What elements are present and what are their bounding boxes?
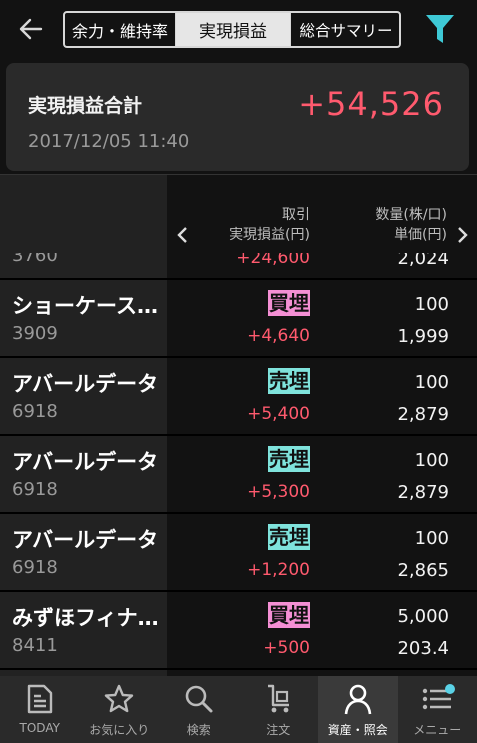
tab-order[interactable]: 注文 bbox=[239, 676, 319, 743]
tab-label: 注文 bbox=[266, 723, 291, 737]
summary-title: 実現損益合計 bbox=[28, 95, 143, 117]
stock-code: 6918 bbox=[12, 401, 58, 422]
segment-margin[interactable]: 余力・維持率 bbox=[65, 13, 176, 46]
quantity: 100 bbox=[414, 450, 449, 471]
summary-card: 実現損益合計 2017/12/05 11:40 +54,526 bbox=[6, 63, 469, 171]
tab-label: 検索 bbox=[186, 723, 211, 737]
stock-name: アバールデータ bbox=[12, 528, 159, 552]
quantity: 100 bbox=[414, 294, 449, 315]
header-col-qty: 数量(株/口) 単価(円) bbox=[375, 205, 447, 245]
realized-pl: +5,400 bbox=[247, 404, 310, 424]
stock-name: ショーケース… bbox=[12, 294, 158, 318]
unit-price: 2,865 bbox=[397, 560, 449, 581]
unit-price: 2,879 bbox=[397, 482, 449, 503]
segmented-control: 余力・維持率 実現損益 総合サマリー bbox=[63, 11, 401, 48]
table-row[interactable]: アバールデータ 6918 売埋 +5,300 100 2,879 bbox=[0, 436, 477, 514]
bottom-tab-bar: TODAY お気に入り 検索 注文 資産・照会 メニュー bbox=[0, 676, 477, 743]
filter-icon[interactable] bbox=[424, 12, 456, 46]
chevron-left-icon[interactable] bbox=[175, 225, 191, 245]
summary-date: 2017/12/05 11:40 bbox=[28, 131, 190, 152]
table-row[interactable]: アバールデータ 6918 売埋 +1,200 100 2,865 bbox=[0, 514, 477, 592]
header-col-trade: 取引 実現損益(円) bbox=[229, 205, 310, 245]
stock-name: アバールデータ bbox=[12, 450, 159, 474]
tab-label: メニュー bbox=[413, 723, 462, 737]
unit-price: 203.4 bbox=[397, 638, 449, 659]
trade-list: 3760 +24,600 2,024 ショーケース… 3909 買埋 +4,64… bbox=[0, 253, 477, 676]
realized-pl: +24,600 bbox=[236, 253, 310, 268]
segment-summary[interactable]: 総合サマリー bbox=[290, 13, 399, 46]
stock-code: 3760 bbox=[12, 253, 58, 266]
table-row[interactable]: ショーケース… 3909 買埋 +4,640 100 1,999 bbox=[0, 280, 477, 358]
stock-code: 6918 bbox=[12, 479, 58, 500]
stock-code: 8411 bbox=[12, 635, 58, 656]
unit-price: 1,999 bbox=[397, 326, 449, 347]
person-icon bbox=[344, 684, 372, 715]
trade-type-badge: 売埋 bbox=[268, 368, 310, 394]
header-pl-label: 実現損益(円) bbox=[229, 227, 310, 243]
cart-icon bbox=[268, 684, 290, 713]
realized-pl: +5,300 bbox=[247, 482, 310, 502]
tab-label: 資産・照会 bbox=[327, 723, 388, 737]
star-icon bbox=[105, 684, 134, 713]
realized-pl: +4,640 bbox=[247, 326, 310, 346]
back-arrow-icon[interactable] bbox=[14, 12, 48, 46]
summary-total: +54,526 bbox=[298, 85, 444, 123]
row-divider bbox=[0, 668, 477, 670]
trade-type-badge: 買埋 bbox=[268, 602, 310, 628]
quantity: 100 bbox=[414, 528, 449, 549]
trade-type-badge: 売埋 bbox=[268, 524, 310, 550]
stock-code: 6918 bbox=[12, 557, 58, 578]
realized-pl: +1,200 bbox=[247, 560, 310, 580]
table-row[interactable]: みずほフィナ… 8411 買埋 +500 5,000 203.4 bbox=[0, 592, 477, 670]
tab-menu[interactable]: メニュー bbox=[398, 676, 477, 743]
trade-type-badge: 買埋 bbox=[268, 290, 310, 316]
document-icon bbox=[27, 684, 52, 714]
table-row[interactable]: 3760 +24,600 2,024 bbox=[0, 253, 477, 280]
tab-label: TODAY bbox=[19, 721, 60, 735]
chevron-right-icon[interactable] bbox=[454, 225, 470, 245]
unit-price: 2,879 bbox=[397, 404, 449, 425]
stock-code: 3909 bbox=[12, 323, 58, 344]
quantity: 100 bbox=[414, 372, 449, 393]
tab-assets[interactable]: 資産・照会 bbox=[318, 676, 398, 743]
quantity: 5,000 bbox=[397, 606, 449, 627]
realized-pl: +500 bbox=[263, 638, 310, 658]
header-price-label: 単価(円) bbox=[394, 227, 447, 243]
stock-name: みずほフィナ… bbox=[12, 606, 159, 630]
header-trade-label: 取引 bbox=[282, 207, 310, 223]
unit-price: 2,024 bbox=[397, 253, 449, 269]
header-qty-label: 数量(株/口) bbox=[375, 207, 447, 223]
tab-favorites[interactable]: お気に入り bbox=[80, 676, 160, 743]
tab-today[interactable]: TODAY bbox=[0, 676, 80, 743]
tab-label: お気に入り bbox=[89, 723, 150, 737]
stock-name: アバールデータ bbox=[12, 372, 159, 396]
tab-search[interactable]: 検索 bbox=[159, 676, 239, 743]
top-bar: 余力・維持率 実現損益 総合サマリー bbox=[0, 0, 477, 58]
segment-realized-pl[interactable]: 実現損益 bbox=[176, 13, 290, 46]
notification-dot bbox=[445, 684, 455, 694]
trade-type-badge: 売埋 bbox=[268, 446, 310, 472]
search-icon bbox=[185, 685, 213, 713]
table-row[interactable]: アバールデータ 6918 売埋 +5,400 100 2,879 bbox=[0, 358, 477, 436]
table-header: 取引 実現損益(円) 数量(株/口) 単価(円) bbox=[167, 175, 477, 253]
